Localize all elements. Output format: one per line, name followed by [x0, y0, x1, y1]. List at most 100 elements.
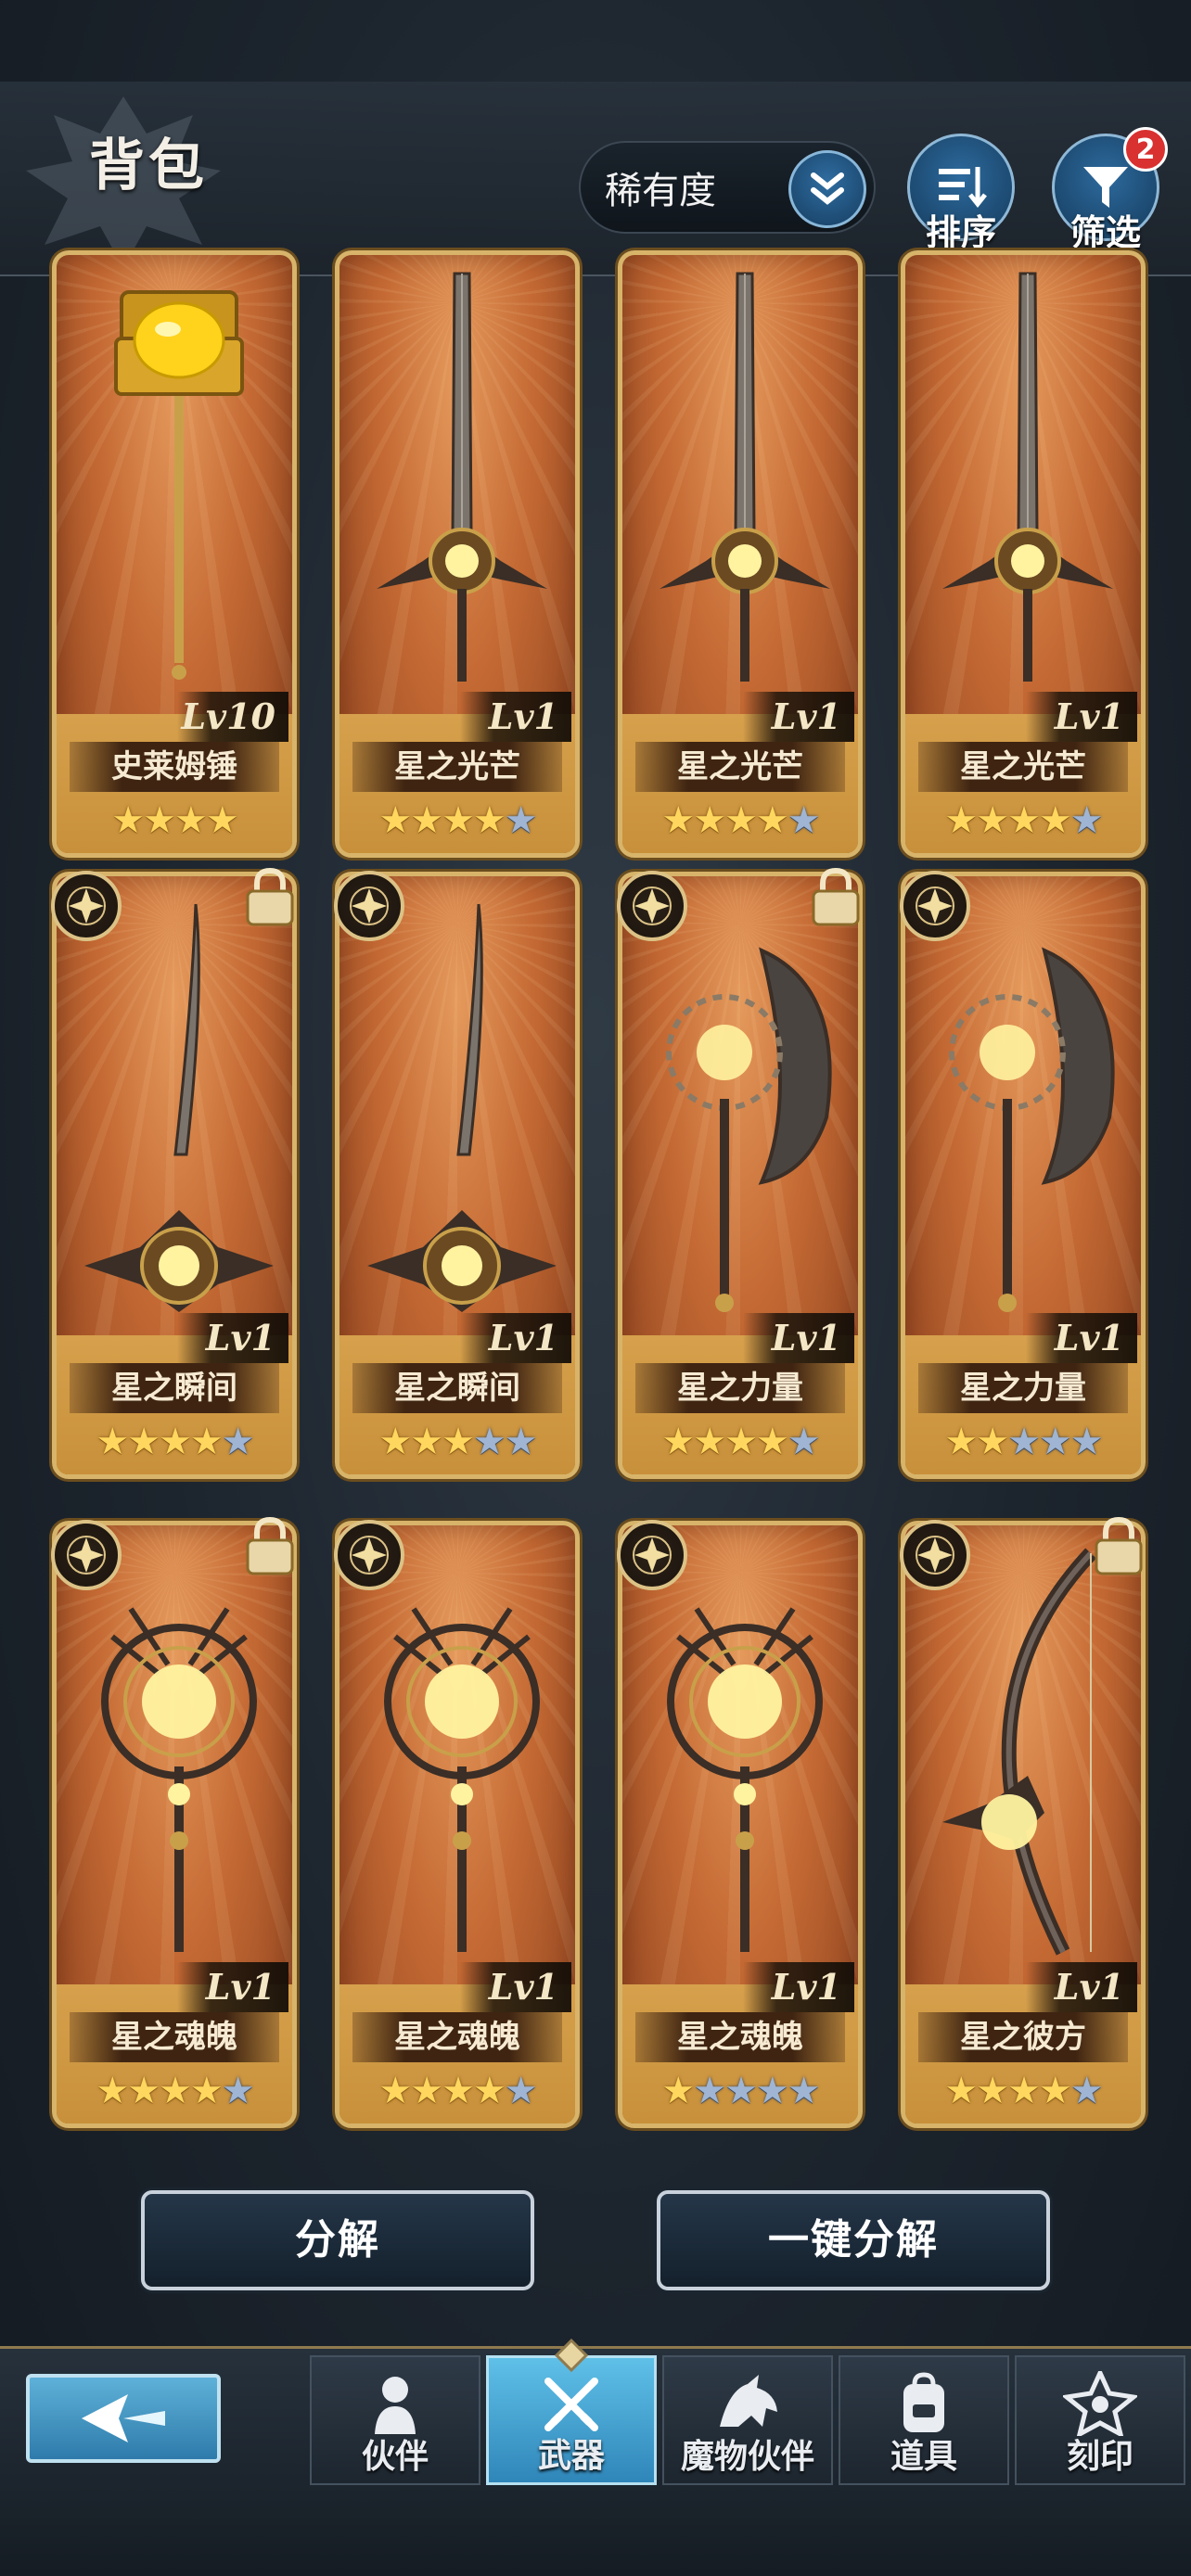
weapon-name: 星之魂魄: [635, 2012, 845, 2062]
star-gold-icon: ★: [189, 1421, 224, 1463]
active-tab-indicator-icon: [553, 2337, 590, 2374]
star-rating: ★★★★★: [622, 799, 858, 842]
star-gold-icon: ★: [1007, 2070, 1041, 2112]
star-gold-icon: ★: [442, 1421, 475, 1463]
star-rating: ★★★★★: [57, 2070, 292, 2112]
sort-button[interactable]: 排序: [907, 134, 1015, 253]
weapon-level: Lv1: [460, 692, 571, 742]
filter-button[interactable]: 筛选 2: [1052, 127, 1168, 253]
star-silver-icon: ★: [221, 2070, 255, 2112]
star-emblem-icon: [617, 871, 687, 941]
star-rating: ★★★★★: [622, 2070, 858, 2112]
sort-dropdown[interactable]: 稀有度: [579, 141, 876, 234]
star-rating: ★★★★★: [905, 799, 1141, 842]
nav-tab-label: 刻印: [1066, 2438, 1133, 2476]
weapon-card[interactable]: Lv1 星之光芒 ★★★★★: [335, 250, 580, 858]
weapon-level: Lv1: [743, 692, 854, 742]
star-emblem-icon: [900, 1520, 970, 1590]
star-silver-icon: ★: [1038, 1421, 1072, 1463]
weapon-level: Lv1: [460, 1313, 571, 1363]
weapon-card[interactable]: Lv10 史莱姆锤 ★★★★: [52, 250, 297, 858]
lock-icon[interactable]: [237, 1512, 303, 1579]
star-gold-icon: ★: [189, 2070, 224, 2112]
star-silver-icon: ★: [724, 2070, 758, 2112]
star-silver-icon: ★: [1069, 1421, 1104, 1463]
star-gold-icon: ★: [127, 1421, 160, 1463]
weapon-card[interactable]: Lv1 星之力量 ★★★★★: [617, 867, 863, 1479]
star-gold-icon: ★: [410, 2070, 443, 2112]
chevron-down-icon[interactable]: [788, 150, 866, 228]
star-gold-icon: ★: [755, 1421, 789, 1463]
star-silver-icon: ★: [1069, 2070, 1104, 2112]
weapon-level: Lv1: [177, 1313, 288, 1363]
weapon-name: 星之瞬间: [352, 1363, 562, 1413]
star-gold-icon: ★: [944, 799, 978, 842]
nav-tab-companion[interactable]: 伙伴: [310, 2355, 480, 2485]
nav-tab-crossed-swords[interactable]: 武器: [486, 2355, 657, 2485]
star-rating: ★★★★★: [339, 799, 575, 842]
back-button[interactable]: [26, 2374, 221, 2463]
sort-dropdown-value: 稀有度: [605, 170, 716, 212]
star-gold-icon: ★: [378, 1421, 412, 1463]
weapon-card[interactable]: Lv1 星之力量 ★★★★★: [900, 871, 1146, 1479]
nav-tab-backpack[interactable]: 道具: [839, 2355, 1009, 2485]
star-silver-icon: ★: [787, 1421, 821, 1463]
top-header: 背包 稀有度 排序 筛选 2: [0, 82, 1191, 276]
weapon-level: Lv1: [460, 1962, 571, 2012]
star-gold-icon: ★: [976, 2070, 1009, 2112]
star-gold-icon: ★: [378, 799, 412, 842]
nav-tab-label: 武器: [537, 2437, 605, 2475]
weapon-card[interactable]: Lv1 星之瞬间 ★★★★★: [51, 867, 297, 1479]
weapon-axe-icon: [622, 876, 858, 1312]
weapon-card[interactable]: Lv1 星之彼方 ★★★★★: [900, 1516, 1146, 2128]
weapon-name: 星之力量: [918, 1363, 1128, 1413]
star-gold-icon: ★: [410, 799, 443, 842]
weapon-hammer-icon: [57, 255, 292, 691]
star-gold-icon: ★: [472, 799, 506, 842]
weapon-level: Lv1: [743, 1962, 854, 2012]
weapon-name: 星之光芒: [918, 742, 1128, 792]
weapon-name: 史莱姆锤: [70, 742, 279, 792]
weapon-card[interactable]: Lv1 星之魂魄 ★★★★★: [51, 1516, 297, 2128]
star-gold-icon: ★: [378, 2070, 412, 2112]
star-gold-icon: ★: [96, 1421, 129, 1463]
weapon-level: Lv1: [177, 1962, 288, 2012]
weapon-level: Lv10: [177, 692, 288, 742]
star-silver-icon: ★: [1069, 799, 1104, 842]
weapon-name: 星之魂魄: [352, 2012, 562, 2062]
weapon-card[interactable]: Lv1 星之魂魄 ★★★★★: [334, 1520, 580, 2128]
weapon-name: 星之力量: [635, 1363, 845, 1413]
star-silver-icon: ★: [504, 799, 538, 842]
lock-icon[interactable]: [1085, 1512, 1152, 1579]
star-emblem-icon: [334, 871, 404, 941]
weapon-staff-icon: [622, 1525, 858, 1961]
star-gold-icon: ★: [661, 799, 695, 842]
back-arrow-icon: [82, 2394, 165, 2442]
weapon-bow-icon: [905, 1525, 1141, 1961]
star-silver-icon: ★: [787, 799, 821, 842]
star-gold-icon: ★: [976, 799, 1009, 842]
lock-icon[interactable]: [237, 863, 303, 930]
star-silver-icon: ★: [221, 1421, 255, 1463]
nav-tab-label: 道具: [890, 2438, 957, 2476]
star-silver-icon: ★: [1007, 1421, 1041, 1463]
lock-icon[interactable]: [802, 863, 869, 930]
star-silver-icon: ★: [755, 2070, 789, 2112]
star-silver-icon: ★: [504, 2070, 538, 2112]
weapon-card[interactable]: Lv1 星之光芒 ★★★★★: [618, 250, 863, 858]
star-gold-icon: ★: [143, 799, 176, 842]
star-gold-icon: ★: [661, 2070, 695, 2112]
weapon-katana-icon: [339, 876, 575, 1312]
weapon-card[interactable]: Lv1 星之魂魄 ★★★★★: [617, 1520, 863, 2128]
star-gold-icon: ★: [724, 799, 758, 842]
decompose-button[interactable]: 分解: [141, 2190, 534, 2290]
star-gold-icon: ★: [944, 2070, 978, 2112]
weapon-card[interactable]: Lv1 星之瞬间 ★★★★★: [334, 871, 580, 1479]
decompose-all-button[interactable]: 一键分解: [657, 2190, 1050, 2290]
filter-button-label: 筛选: [1069, 212, 1141, 253]
nav-tab-emblem[interactable]: 刻印: [1015, 2355, 1185, 2485]
nav-tab-monster[interactable]: 魔物伙伴: [662, 2355, 833, 2485]
star-rating: ★★★★★: [339, 2070, 575, 2112]
weapon-card[interactable]: Lv1 星之光芒 ★★★★★: [901, 250, 1146, 858]
star-rating: ★★★★: [57, 799, 292, 842]
